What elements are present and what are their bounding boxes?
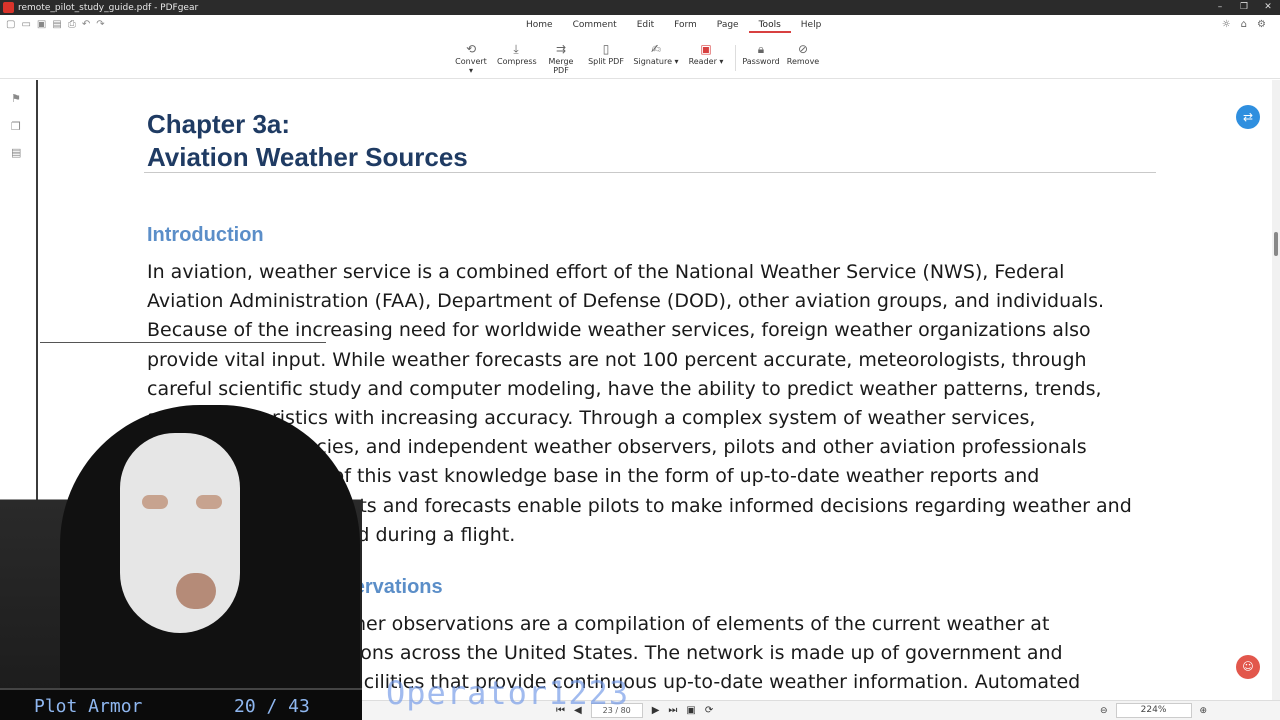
mask-eye-right xyxy=(196,495,222,509)
convert-icon: ⟲ xyxy=(465,42,477,56)
tools-ribbon: ⟲ Convert ▾ ⤓ Compress ⇉ Merge PDF ▯ Spl… xyxy=(0,37,1280,79)
rotate-icon[interactable]: ⟳ xyxy=(705,705,713,716)
zoom-controls: ⊖ 224% ⊕ xyxy=(1100,703,1207,718)
pdfgear-logo-icon xyxy=(3,2,14,13)
tab-edit[interactable]: Edit xyxy=(627,19,664,33)
theme-icon[interactable]: ☼ xyxy=(1222,19,1231,30)
new-file-icon[interactable]: ▢ xyxy=(6,19,15,30)
tab-tools[interactable]: Tools xyxy=(748,19,791,33)
introduction-heading: Introduction xyxy=(147,224,264,246)
menu-tabs: Home Comment Edit Form Page Tools Help xyxy=(516,19,831,33)
webcam-overlay: Plot Armor 20 / 43 xyxy=(0,405,362,720)
compress-label: Compress xyxy=(497,57,537,66)
toolbar-divider xyxy=(735,45,736,71)
tab-comment[interactable]: Comment xyxy=(563,19,627,33)
thumbnails-icon[interactable]: ❐ xyxy=(11,120,21,133)
convert-button[interactable]: ⟲ Convert ▾ xyxy=(452,41,490,75)
zoom-level[interactable]: 224% xyxy=(1115,703,1192,718)
chapter-title: Chapter 3a: Aviation Weather Sources xyxy=(147,108,468,174)
convert-label: Convert ▾ xyxy=(455,57,487,75)
ai-assistant-icon[interactable]: ☺ xyxy=(1236,655,1260,679)
translate-icon[interactable]: ⇄ xyxy=(1236,105,1260,129)
merge-label: Merge PDF xyxy=(548,57,574,75)
split-icon: ▯ xyxy=(602,42,610,56)
title-bar: remote_pilot_study_guide.pdf - PDFgear –… xyxy=(0,0,1280,15)
remove-label: Remove xyxy=(786,57,820,66)
last-page-icon[interactable]: ⏭ xyxy=(668,705,677,716)
maximize-button[interactable]: ❐ xyxy=(1232,0,1256,15)
mask-eye-left xyxy=(142,495,168,509)
save-icon[interactable]: ▣ xyxy=(37,19,46,30)
comments-icon[interactable]: ▤ xyxy=(11,146,21,159)
minimize-button[interactable]: – xyxy=(1208,0,1232,15)
remove-icon: ⊘ xyxy=(797,42,809,56)
chapter-name: Aviation Weather Sources xyxy=(147,142,468,172)
merge-pdf-button[interactable]: ⇉ Merge PDF xyxy=(540,41,582,75)
signature-label: Signature ▾ xyxy=(633,57,679,66)
mask-mouth xyxy=(176,573,216,609)
tab-help[interactable]: Help xyxy=(791,19,832,33)
print-icon[interactable]: ⎙ xyxy=(68,19,76,30)
tab-form[interactable]: Form xyxy=(664,19,707,33)
merge-icon: ⇉ xyxy=(555,42,567,56)
redo-icon[interactable]: ↷ xyxy=(96,19,104,30)
plot-counter: 20 / 43 xyxy=(234,696,310,717)
compress-icon: ⤓ xyxy=(513,42,519,56)
signature-icon: ✍ xyxy=(650,42,662,56)
zoom-out-icon[interactable]: ⊖ xyxy=(1100,706,1108,716)
stream-info-bar: Plot Armor 20 / 43 xyxy=(0,688,362,720)
tab-page[interactable]: Page xyxy=(707,19,749,33)
password-label: Password xyxy=(742,57,780,66)
ruler-guide xyxy=(40,342,326,343)
lock-icon: 🔒︎ xyxy=(757,42,765,56)
paragraph-line: In aviation, weather service is a combin… xyxy=(147,261,1065,283)
window-title: remote_pilot_study_guide.pdf - PDFgear xyxy=(18,2,199,13)
home-icon[interactable]: ⌂ xyxy=(1241,19,1247,30)
bookmark-icon[interactable]: ⚑ xyxy=(11,92,21,105)
reader-icon: ▣ xyxy=(700,42,712,56)
split-label: Split PDF xyxy=(588,57,624,66)
signature-button[interactable]: ✍ Signature ▾ xyxy=(633,41,679,66)
save-as-icon[interactable]: ▤ xyxy=(52,19,61,30)
window-controls: – ❐ ✕ xyxy=(1208,0,1280,15)
header-right-tools: ☼ ⌂ ⚙ xyxy=(1222,19,1266,30)
title-rule xyxy=(144,172,1156,173)
quick-access: ▢ ▭ ▣ ▤ ⎙ ↶ ↷ xyxy=(6,19,105,30)
next-page-icon[interactable]: ▶ xyxy=(652,705,660,716)
close-button[interactable]: ✕ xyxy=(1256,0,1280,15)
remove-button[interactable]: ⊘ Remove xyxy=(784,41,822,66)
compress-button[interactable]: ⤓ Compress xyxy=(497,41,537,66)
settings-icon[interactable]: ⚙ xyxy=(1257,19,1266,30)
scrollbar-thumb[interactable] xyxy=(1274,232,1278,256)
chapter-number: Chapter 3a: xyxy=(147,109,291,139)
password-button[interactable]: 🔒︎ Password xyxy=(742,41,780,66)
paragraph-line: careful scientific study and computer mo… xyxy=(147,377,1102,400)
open-folder-icon[interactable]: ▭ xyxy=(21,19,30,30)
reader-label: Reader ▾ xyxy=(688,57,724,66)
paragraph-line: provide vital input. While weather forec… xyxy=(147,348,1087,371)
fit-page-icon[interactable]: ▣ xyxy=(686,705,695,716)
undo-icon[interactable]: ↶ xyxy=(82,19,90,30)
tab-home[interactable]: Home xyxy=(516,19,563,33)
reader-button[interactable]: ▣ Reader ▾ xyxy=(687,41,725,66)
split-pdf-button[interactable]: ▯ Split PDF xyxy=(587,41,625,66)
zoom-in-icon[interactable]: ⊕ xyxy=(1200,706,1208,716)
menu-bar: ▢ ▭ ▣ ▤ ⎙ ↶ ↷ Home Comment Edit Form Pag… xyxy=(0,15,1280,37)
paragraph-line: Aviation Administration (FAA), Departmen… xyxy=(147,290,1105,313)
plot-name-label: Plot Armor xyxy=(34,696,143,717)
vertical-scrollbar[interactable] xyxy=(1272,80,1280,700)
operator-watermark: Operator1223 xyxy=(386,674,630,712)
